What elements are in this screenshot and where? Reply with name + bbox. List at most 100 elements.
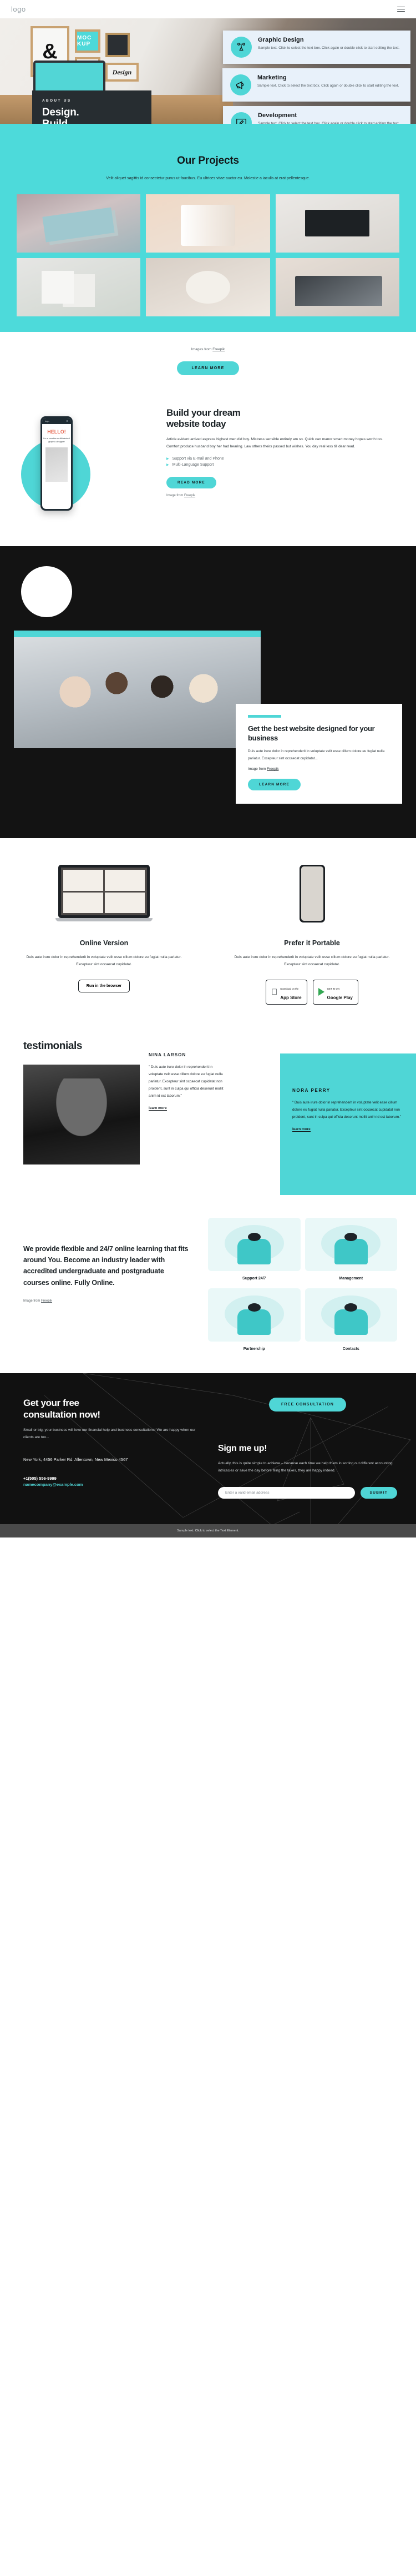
phone-tagline: I'm a creative multitalented graphic des… bbox=[43, 437, 70, 443]
dream-body: Article evident arrived express highest … bbox=[166, 437, 383, 448]
version-title: Online Version bbox=[79, 939, 129, 947]
service-body: Sample text. Click to select the text bo… bbox=[258, 46, 400, 50]
cta-phone[interactable]: +1(505) 556-9999 bbox=[23, 1476, 197, 1481]
testimonial-card: NINA LARSON " Duis aute irure dolor in r… bbox=[140, 1040, 234, 1165]
poster-moc: MOC KUP bbox=[75, 29, 100, 53]
phone-mockup: logo ☰ HELLO! I'm a creative multitalent… bbox=[40, 416, 73, 511]
versions-section: Online Version Duis aute irure dolor in … bbox=[0, 838, 416, 1021]
site-logo[interactable]: logo bbox=[11, 5, 26, 13]
version-body: Duis aute irure dolor in reprehenderit i… bbox=[26, 955, 182, 967]
learning-card[interactable]: Management bbox=[305, 1217, 397, 1281]
project-thumb[interactable] bbox=[275, 258, 399, 317]
service-body: Sample text. Click to select the text bo… bbox=[257, 84, 399, 88]
poster-design: Design bbox=[105, 63, 139, 82]
store-big-label: Google Play bbox=[324, 995, 353, 1001]
version-buttons: Run in the browser bbox=[19, 979, 189, 992]
run-in-browser-button[interactable]: Run in the browser bbox=[78, 979, 130, 992]
navbar: logo bbox=[0, 0, 416, 18]
dream-read-more-button[interactable]: READ MORE bbox=[166, 476, 216, 488]
testimonial-card-highlight: NORA PERRY " Duis aute irure dolor in re… bbox=[280, 1053, 416, 1195]
service-card[interactable]: Development Sample text. Click to select… bbox=[223, 106, 410, 124]
learning-card[interactable]: Partnership bbox=[208, 1288, 301, 1351]
signup-body: Actually, this is quite simple to achiev… bbox=[218, 1461, 393, 1473]
image-credit: Image from Freepik bbox=[248, 767, 279, 772]
free-consultation-button[interactable]: FREE CONSULTATION bbox=[268, 1397, 347, 1411]
project-thumb[interactable] bbox=[17, 194, 141, 253]
team-photo-wrapper: Get the best website designed for your b… bbox=[0, 631, 416, 804]
testimonial-name: NINA LARSON bbox=[149, 1052, 186, 1057]
freepik-link[interactable]: Freepik bbox=[267, 767, 278, 771]
phone-hamburger-menu-icon: ☰ bbox=[66, 420, 68, 423]
learning-copy: We provide flexible and 24/7 online lear… bbox=[0, 1218, 208, 1351]
freepik-link[interactable]: Freepik bbox=[41, 1299, 52, 1303]
apple-icon:  bbox=[271, 988, 277, 996]
project-thumb[interactable] bbox=[146, 194, 270, 253]
megaphone-icon bbox=[230, 74, 251, 95]
testimonial-learn-more-link[interactable]: learn more bbox=[292, 1127, 311, 1132]
projects-footer: Images from Freepik LEARN MORE bbox=[0, 332, 416, 379]
learning-card-label: Management bbox=[339, 1276, 363, 1281]
promo-learn-more-button[interactable]: LEARN MORE bbox=[248, 779, 301, 791]
projects-learn-more-button[interactable]: LEARN MORE bbox=[177, 361, 239, 376]
email-input[interactable] bbox=[218, 1486, 355, 1499]
project-thumb[interactable] bbox=[275, 194, 399, 253]
cta-body: Small or big, your business will love ou… bbox=[23, 1428, 196, 1440]
learning-card[interactable]: Support 24/7 bbox=[208, 1217, 301, 1281]
projects-title: Our Projects bbox=[177, 155, 239, 167]
poster-dark bbox=[105, 33, 130, 57]
submit-button[interactable]: SUBMIT bbox=[360, 1486, 397, 1499]
footer-text: Sample text. Click to select the Text El… bbox=[177, 1529, 239, 1533]
phone-headline: HELLO! bbox=[47, 429, 66, 435]
cta-email[interactable]: namecompany@example.com bbox=[23, 1482, 197, 1487]
contacts-illustration bbox=[305, 1288, 397, 1342]
cta-section: Get your free consultation now! Small or … bbox=[0, 1373, 416, 1537]
image-credit: Image from Freepik bbox=[166, 493, 196, 497]
freepik-link[interactable]: Freepik bbox=[184, 494, 195, 497]
phone-mockup-small bbox=[263, 865, 361, 925]
promo-body: Duis aute irure dolor in reprehenderit i… bbox=[248, 749, 385, 760]
triangle-bullet-icon: ▶ bbox=[166, 457, 169, 461]
landing-page: logo & MOC KUP MK Design Graphic Design … bbox=[0, 0, 416, 1537]
triangle-bullet-icon: ▶ bbox=[166, 463, 169, 467]
learning-card[interactable]: Contacts bbox=[305, 1288, 397, 1351]
service-card[interactable]: Graphic Design Sample text. Click to sel… bbox=[223, 31, 410, 64]
project-thumb[interactable] bbox=[146, 258, 270, 317]
about-us-card: ABOUT US Design. Build. Remodel. Image f… bbox=[32, 90, 151, 124]
accent-bar bbox=[248, 715, 281, 718]
project-thumb[interactable] bbox=[17, 258, 141, 317]
laptop-mockup bbox=[55, 865, 153, 925]
testimonial-name: NORA PERRY bbox=[292, 1087, 331, 1093]
hamburger-menu-icon[interactable] bbox=[397, 6, 405, 12]
testimonial-learn-more-link[interactable]: learn more bbox=[149, 1106, 167, 1111]
support-24-7-illustration bbox=[208, 1217, 301, 1271]
store-small-label: Download on the bbox=[277, 987, 298, 990]
learning-card-label: Partnership bbox=[243, 1347, 265, 1351]
promo-card: Get the best website designed for your b… bbox=[236, 704, 402, 804]
management-illustration bbox=[305, 1217, 397, 1271]
google-play-button[interactable]: GET IN ON Google Play bbox=[312, 979, 358, 1005]
service-title: Marketing bbox=[257, 74, 287, 81]
learning-illustration-grid: Support 24/7 Management Partnership Cont… bbox=[208, 1217, 416, 1351]
freepik-link[interactable]: Freepik bbox=[212, 347, 225, 351]
images-credit: Images from Freepik bbox=[191, 347, 225, 352]
phone-photo bbox=[45, 447, 68, 482]
pen-tool-icon bbox=[231, 37, 252, 58]
service-card[interactable]: Marketing Sample text. Click to select t… bbox=[222, 68, 410, 102]
projects-grid bbox=[0, 182, 416, 317]
image-credit: Image from Freepik bbox=[23, 1299, 53, 1303]
list-item: ▶ Multi-Language Support bbox=[166, 462, 214, 467]
version-title: Prefer it Portable bbox=[284, 939, 340, 947]
team-promo-section: Get the best website designed for your b… bbox=[0, 546, 416, 839]
monitor-brush-icon bbox=[231, 112, 252, 124]
google-play-icon bbox=[318, 988, 324, 996]
dream-website-section: logo ☰ HELLO! I'm a creative multitalent… bbox=[0, 379, 416, 547]
partnership-illustration bbox=[208, 1288, 301, 1342]
page-title: Design. Build. Remodel. bbox=[42, 107, 79, 124]
store-big-label: App Store bbox=[277, 995, 301, 1001]
service-title: Graphic Design bbox=[258, 37, 304, 43]
service-title: Development bbox=[258, 112, 297, 119]
testimonial-quote: " Duis aute irure dolor in reprehenderit… bbox=[292, 1100, 402, 1120]
cta-title: Get your free consultation now! bbox=[23, 1397, 100, 1420]
app-store-button[interactable]:  Download on the App Store bbox=[266, 979, 307, 1005]
projects-subtitle: Velit aliquet sagittis id consectetur pu… bbox=[106, 177, 310, 180]
